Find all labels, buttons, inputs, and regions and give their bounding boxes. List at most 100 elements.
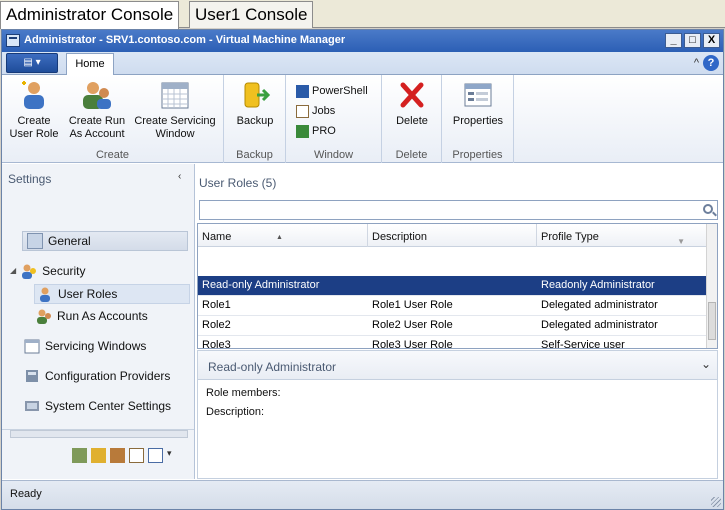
- resize-grip-icon[interactable]: [711, 497, 721, 507]
- tab-administrator-console[interactable]: Administrator Console: [0, 1, 180, 29]
- create-user-role-label: Create User Role: [9, 115, 59, 140]
- nav-servicing-windows[interactable]: Servicing Windows: [24, 336, 146, 356]
- close-button[interactable]: X: [703, 33, 720, 48]
- user-roles-title: User Roles (5): [199, 176, 277, 190]
- pro-label: PRO: [312, 125, 336, 137]
- nav-user-roles-label: User Roles: [58, 287, 118, 301]
- table-row[interactable]: Role2 Role2 User Role Delegated administ…: [198, 316, 708, 336]
- user-roles-grid: ▲ Name Description Profile Type ▼ Read-o…: [197, 223, 718, 349]
- group-properties: Properties Properties: [442, 75, 514, 163]
- sort-ascending-icon: ▲: [276, 234, 283, 241]
- group-backup: Backup Backup: [224, 75, 286, 163]
- ribbon: Create User Role Create Run As Account C…: [2, 75, 723, 163]
- nav-run-as-accounts-label: Run As Accounts: [57, 309, 148, 323]
- role-members-label: Role members:: [206, 387, 281, 399]
- workspace-splitter[interactable]: [10, 430, 188, 438]
- tab-home[interactable]: Home: [66, 53, 114, 75]
- nav-general[interactable]: General: [22, 231, 188, 251]
- backup-button[interactable]: Backup: [230, 79, 280, 128]
- create-run-as-account-label: Create Run As Account: [68, 115, 126, 140]
- table-row[interactable]: Role1 Role1 User Role Delegated administ…: [198, 296, 708, 316]
- console-tab-strip: Administrator Console User1 Console: [0, 0, 725, 29]
- group-label-properties: Properties: [452, 149, 503, 161]
- details-pane-header[interactable]: Read-only Administrator ⌄: [197, 350, 718, 380]
- create-run-as-account-button[interactable]: Create Run As Account: [64, 79, 130, 141]
- grid-header: ▲ Name Description Profile Type ▼: [198, 224, 708, 247]
- delete-button[interactable]: Delete: [388, 79, 436, 128]
- group-delete: Delete Delete: [382, 75, 442, 163]
- group-label-backup: Backup: [236, 149, 273, 161]
- minimize-ribbon-icon[interactable]: ^: [694, 57, 699, 69]
- powershell-button[interactable]: PowerShell: [296, 82, 368, 100]
- column-dropdown-icon[interactable]: ▼: [677, 229, 685, 255]
- properties-label: Properties: [452, 115, 504, 127]
- grid-scrollbar-thumb[interactable]: [708, 302, 716, 340]
- user-role-icon: [18, 79, 50, 111]
- maximize-button[interactable]: □: [684, 33, 701, 48]
- nav-configuration-providers[interactable]: Configuration Providers: [24, 366, 170, 386]
- help-icon[interactable]: ?: [703, 55, 719, 71]
- chevron-down-icon[interactable]: ⌄: [701, 357, 711, 371]
- column-header-name[interactable]: ▲ Name: [198, 224, 368, 247]
- settings-navigation-pane: Settings ‹ General ◢ Security User Roles…: [2, 164, 195, 479]
- jobs-icon: [296, 104, 309, 118]
- column-header-profile-type[interactable]: Profile Type ▼: [537, 224, 708, 247]
- backup-label: Backup: [236, 115, 274, 127]
- column-header-description[interactable]: Description: [368, 224, 537, 247]
- pro-button[interactable]: PRO: [296, 122, 336, 140]
- search-icon[interactable]: [703, 204, 713, 214]
- nav-user-roles[interactable]: User Roles: [34, 284, 190, 304]
- nav-system-center-settings[interactable]: System Center Settings: [24, 396, 171, 416]
- nav-run-as-accounts[interactable]: Run As Accounts: [36, 306, 148, 326]
- vmm-window: Administrator - SRV1.contoso.com - Virtu…: [1, 29, 724, 510]
- powershell-icon: [296, 84, 309, 98]
- details-pane-body: Role members: Description:: [197, 380, 718, 479]
- collapse-pane-icon[interactable]: ‹: [178, 171, 181, 182]
- cell-description: [368, 276, 372, 296]
- backup-icon: [239, 79, 271, 111]
- application-menu-button[interactable]: ▤ ▾: [6, 53, 58, 73]
- create-servicing-window-button[interactable]: Create Servicing Window: [130, 79, 220, 141]
- create-user-role-button[interactable]: Create User Role: [8, 79, 60, 141]
- cell-name: Role3: [202, 339, 231, 349]
- minimize-button[interactable]: _: [665, 33, 682, 48]
- search-input[interactable]: [199, 200, 718, 220]
- nav-servicing-windows-label: Servicing Windows: [45, 339, 147, 353]
- fabric-icon[interactable]: [91, 448, 106, 463]
- expand-arrow-icon[interactable]: ◢: [10, 261, 16, 281]
- nav-system-center-settings-label: System Center Settings: [45, 399, 172, 413]
- description-label: Description:: [206, 406, 265, 418]
- properties-icon: [462, 79, 494, 111]
- library-icon[interactable]: [110, 448, 125, 463]
- jobs-button[interactable]: Jobs: [296, 102, 335, 120]
- group-window: PowerShell Jobs PRO Window: [286, 75, 382, 163]
- table-row[interactable]: Read-only Administrator Readonly Adminis…: [198, 276, 708, 296]
- servicing-windows-icon: [24, 338, 40, 354]
- table-row[interactable]: Role3 Role3 User Role Self-Service user: [198, 336, 708, 349]
- nav-security-label: Security: [42, 264, 86, 278]
- grid-scrollbar[interactable]: [706, 224, 717, 348]
- cell-name: Read-only Administrator: [202, 279, 320, 291]
- cell-description: Role1 User Role: [372, 299, 453, 311]
- security-icon: [21, 263, 37, 279]
- run-as-accounts-icon: [36, 308, 52, 324]
- settings-workspace-icon[interactable]: [148, 448, 163, 463]
- cell-profile-type: Self-Service user: [541, 339, 625, 349]
- workspace-switcher: ▾: [2, 429, 194, 479]
- group-label-window: Window: [313, 149, 354, 161]
- group-label-delete: Delete: [395, 149, 428, 161]
- jobs-workspace-icon[interactable]: [129, 448, 144, 463]
- app-icon: [6, 34, 20, 47]
- nav-security[interactable]: ◢ Security: [10, 261, 86, 281]
- tab-user1-console[interactable]: User1 Console: [189, 1, 314, 28]
- more-workspaces-icon[interactable]: ▾: [167, 448, 172, 463]
- properties-button[interactable]: Properties: [448, 79, 508, 128]
- group-label-create: Create: [95, 149, 130, 161]
- system-center-settings-icon: [24, 398, 40, 414]
- powershell-label: PowerShell: [312, 85, 368, 97]
- run-as-account-icon: [81, 79, 113, 111]
- general-settings-icon: [27, 233, 43, 249]
- vms-and-services-icon[interactable]: [72, 448, 87, 463]
- calendar-icon: [159, 79, 191, 111]
- jobs-label: Jobs: [312, 105, 336, 117]
